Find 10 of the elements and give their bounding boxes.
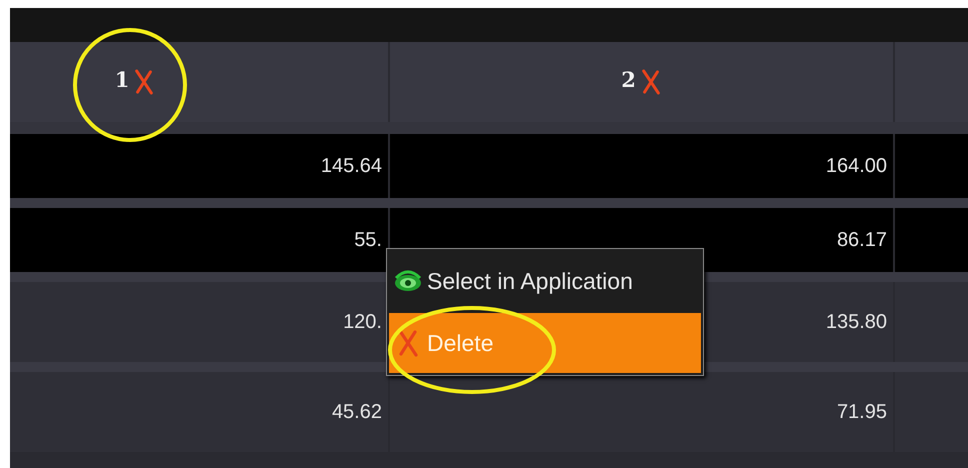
column-label: 1: [114, 66, 130, 92]
column-label: 2: [621, 66, 636, 92]
table-cell: 164.00: [390, 134, 893, 198]
table-cell: 145.64: [10, 134, 388, 198]
close-icon[interactable]: [640, 67, 662, 97]
table-cell: 120.: [10, 282, 388, 362]
table-cell: 71.95: [390, 372, 893, 452]
table-cell: 45.62: [10, 372, 388, 452]
table-cell: 55.: [10, 208, 388, 272]
close-icon[interactable]: [133, 67, 156, 97]
